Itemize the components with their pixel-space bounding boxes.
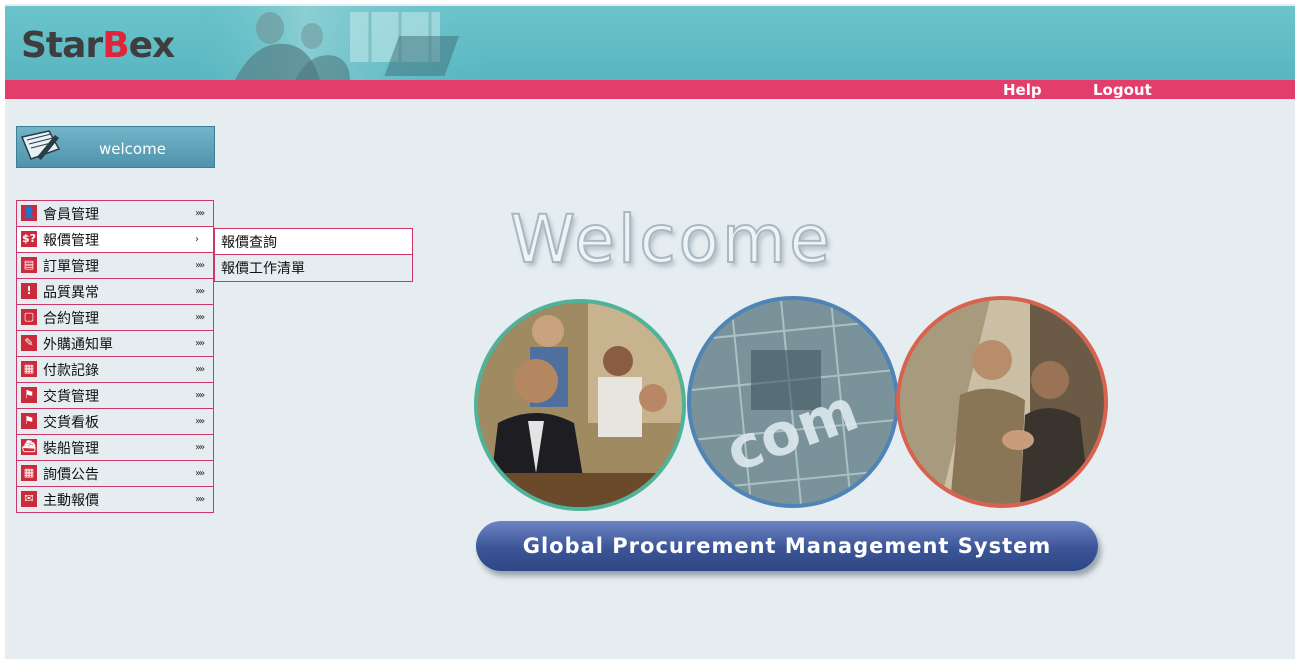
starbex-logo: StarBex <box>21 25 175 66</box>
welcome-label: welcome <box>99 140 166 158</box>
menu-item-0[interactable]: 👤 會員管理 »» <box>16 200 214 227</box>
double-chevron-right-icon: »» <box>195 390 205 401</box>
welcome-panel: welcome <box>16 126 215 168</box>
double-chevron-right-icon: »» <box>195 260 205 271</box>
welcome-title: Welcome <box>509 200 833 279</box>
order-icon: ▤ <box>21 257 37 273</box>
menu-item-6[interactable]: ▦ 付款記錄 »» <box>16 357 214 383</box>
menu-item-label: 詢價公告 <box>43 467 99 483</box>
help-link[interactable]: Help <box>1003 80 1042 99</box>
double-chevron-right-icon: »» <box>195 468 205 479</box>
quote-icon: $? <box>21 231 37 247</box>
menu-item-label: 主動報價 <box>43 493 99 509</box>
active-quote-icon: ✉ <box>21 491 37 507</box>
menu-item-label: 外購通知單 <box>43 337 113 353</box>
handshake-photo-image <box>900 300 1104 504</box>
double-chevron-right-icon: »» <box>195 416 205 427</box>
menu-item-11[interactable]: ✉ 主動報價 »» <box>16 487 214 513</box>
menu-item-label: 付款記錄 <box>43 363 99 379</box>
menu-item-8[interactable]: ⚑ 交貨看板 »» <box>16 409 214 435</box>
team-photo-circle <box>474 299 686 511</box>
logout-link[interactable]: Logout <box>1093 80 1152 99</box>
submenu-item-0[interactable]: 報價查詢 <box>214 228 413 255</box>
double-chevron-right-icon: »» <box>195 494 205 505</box>
dotcom-puzzle-image: com <box>691 300 895 504</box>
menu-item-7[interactable]: ⚑ 交貨管理 »» <box>16 383 214 409</box>
double-chevron-right-icon: »» <box>195 286 205 297</box>
team-photo-image <box>478 303 682 507</box>
delivery-icon: ⚑ <box>21 387 37 403</box>
double-chevron-right-icon: »» <box>195 208 205 219</box>
double-chevron-right-icon: »» <box>195 312 205 323</box>
quote-submenu: 報價查詢報價工作清單 <box>214 228 413 282</box>
submenu-item-label: 報價工作清單 <box>221 261 305 277</box>
menu-item-10[interactable]: ▦ 詢價公告 »» <box>16 461 214 487</box>
double-chevron-right-icon: »» <box>195 364 205 375</box>
menu-item-label: 訂單管理 <box>43 259 99 275</box>
menu-item-9[interactable]: ⛴ 裝船管理 »» <box>16 435 214 461</box>
chevron-right-icon: › <box>195 234 199 245</box>
menu-item-1[interactable]: $? 報價管理 › <box>16 227 214 253</box>
header-photo-image <box>200 6 500 80</box>
menu-item-2[interactable]: ▤ 訂單管理 »» <box>16 253 214 279</box>
menu-item-label: 品質異常 <box>43 285 99 301</box>
hero-section: Welcome com Global Procurement Managemen… <box>462 196 1122 592</box>
menu-item-label: 合約管理 <box>43 311 99 327</box>
menu-item-4[interactable]: ▢ 合約管理 »» <box>16 305 214 331</box>
purchase-notice-icon: ✎ <box>21 335 37 351</box>
submenu-item-1[interactable]: 報價工作清單 <box>214 255 413 282</box>
gpms-banner: Global Procurement Management System <box>476 521 1098 571</box>
menu-item-label: 報價管理 <box>43 233 99 249</box>
main-menu: 👤 會員管理 »» $? 報價管理 › ▤ 訂單管理 »»! 品質異常 »» ▢ 合約管理 »» ✎ 外購通知… <box>16 200 214 513</box>
menu-item-label: 交貨看板 <box>43 415 99 431</box>
menu-item-label: 裝船管理 <box>43 441 99 457</box>
double-chevron-right-icon: »» <box>195 442 205 453</box>
member-icon: 👤 <box>21 205 37 221</box>
double-chevron-right-icon: »» <box>195 338 205 349</box>
inquiry-icon: ▦ <box>21 465 37 481</box>
top-nav-bar: Help Logout <box>5 80 1295 99</box>
delivery-board-icon: ⚑ <box>21 413 37 429</box>
menu-item-3[interactable]: ! 品質異常 »» <box>16 279 214 305</box>
menu-item-label: 會員管理 <box>43 207 99 223</box>
dotcom-photo-circle: com <box>687 296 899 508</box>
contract-icon: ▢ <box>21 309 37 325</box>
pen-notepad-icon <box>20 130 61 160</box>
payment-icon: ▦ <box>21 361 37 377</box>
shipping-icon: ⛴ <box>21 439 37 455</box>
banner-label: Global Procurement Management System <box>522 534 1052 558</box>
window-top-border <box>0 0 1295 4</box>
menu-item-label: 交貨管理 <box>43 389 99 405</box>
header-banner: StarBex <box>5 6 1295 80</box>
menu-item-5[interactable]: ✎ 外購通知單 »» <box>16 331 214 357</box>
quality-icon: ! <box>21 283 37 299</box>
handshake-photo-circle <box>896 296 1108 508</box>
submenu-item-label: 報價查詢 <box>221 235 277 251</box>
